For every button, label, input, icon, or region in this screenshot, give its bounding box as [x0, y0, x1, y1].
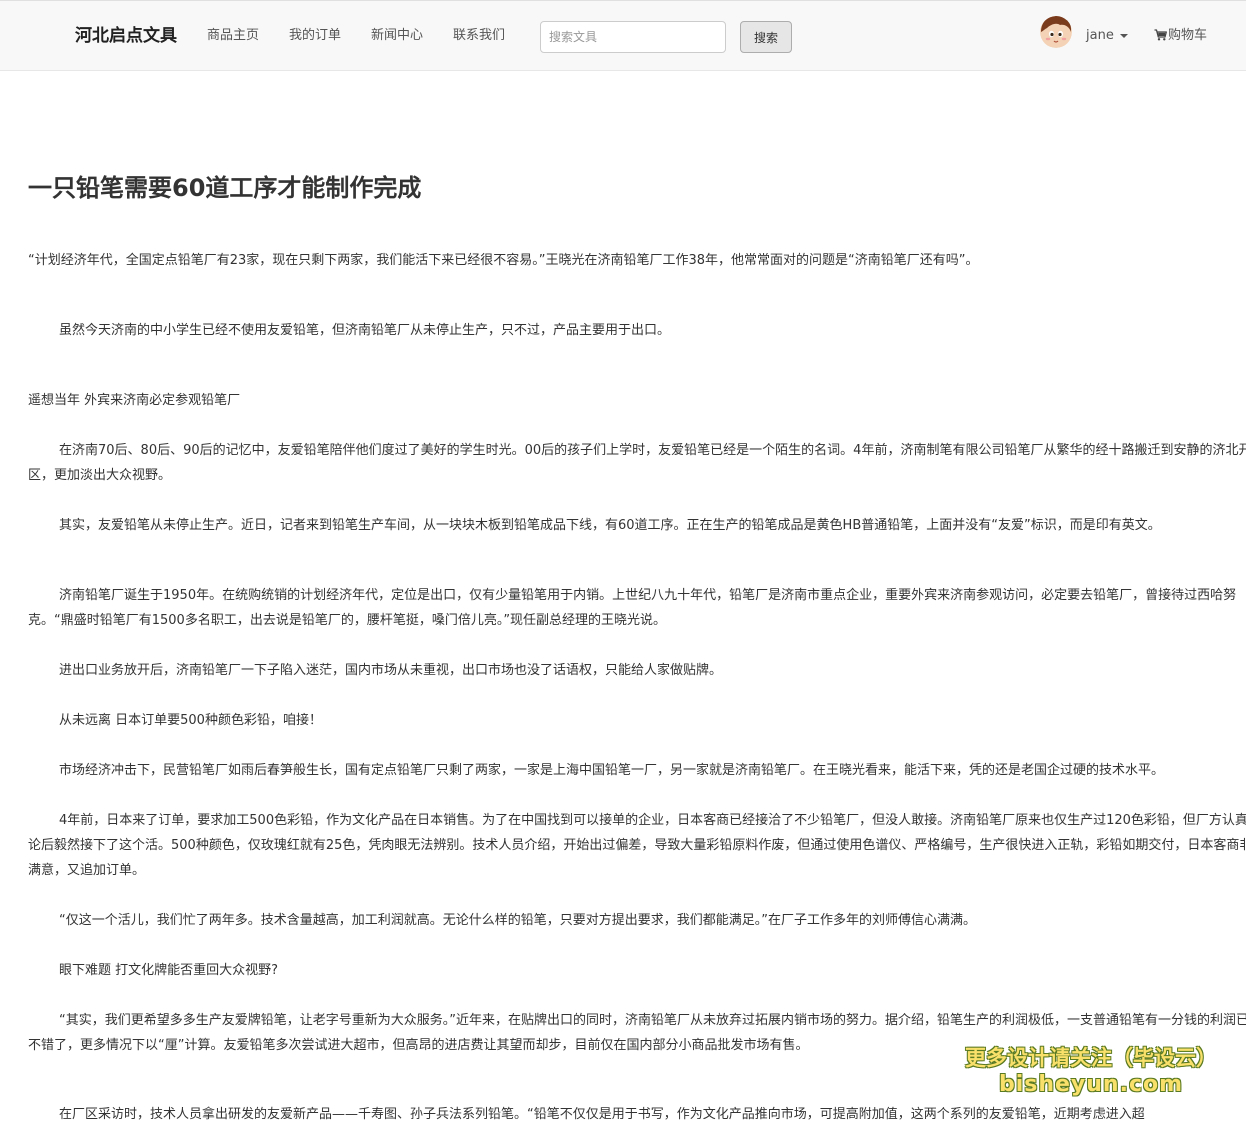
article-subheading: 眼下难题 打文化牌能否重回大众视野?	[59, 963, 279, 978]
shopping-cart-icon	[1154, 29, 1167, 41]
nav-link-news[interactable]: 新闻中心	[371, 26, 423, 46]
caret-down-icon	[1119, 33, 1128, 38]
search-button[interactable]: 搜索	[740, 21, 792, 53]
article-paragraph: 4年前，日本来了订单，要求加工500色彩铅，作为文化产品在日本销售。为了在中国找…	[28, 813, 1246, 878]
user-dropdown-toggle[interactable]: jane	[1086, 26, 1128, 46]
article-paragraph: 进出口业务放开后，济南铅笔厂一下子陷入迷茫，国内市场从未重视，出口市场也没了话语…	[59, 663, 723, 678]
article-paragraph: 其实，友爱铅笔从未停止生产。近日，记者来到铅笔生产车间，从一块块木板到铅笔成品下…	[59, 518, 1161, 533]
watermark-line-2: bisheyun.com	[998, 1072, 1184, 1097]
article-paragraph: 济南铅笔厂诞生于1950年。在统购统销的计划经济年代，定位是出口，仅有少量铅笔用…	[28, 588, 1237, 628]
search-input[interactable]	[540, 21, 726, 53]
cart-label: 购物车	[1168, 28, 1208, 43]
brand-logo-text[interactable]: 河北启点文具	[75, 24, 177, 48]
article-paragraph: 在厂区采访时，技术人员拿出研发的友爱新产品——千寿图、孙子兵法系列铅笔。“铅笔不…	[59, 1107, 1145, 1122]
article-paragraph: “其实，我们更希望多多生产友爱牌铅笔，让老字号重新为大众服务。”近年来，在贴牌出…	[28, 1013, 1246, 1053]
article-paragraph: 虽然今天济南的中小学生已经不使用友爱铅笔，但济南铅笔厂从未停止生产，只不过，产品…	[59, 323, 671, 338]
article-paragraph: 在济南70后、80后、90后的记忆中，友爱铅笔陪伴他们度过了美好的学生时光。00…	[28, 443, 1246, 483]
cart-link[interactable]: 购物车	[1154, 26, 1207, 46]
avatar-face-icon	[1040, 16, 1072, 48]
nav-link-contact[interactable]: 联系我们	[453, 26, 505, 46]
article-title: 一只铅笔需要60道工序才能制作完成	[28, 174, 422, 202]
user-avatar[interactable]	[1040, 16, 1072, 48]
article-subheading: 从未远离 日本订单要500种颜色彩铅，咱接！	[59, 713, 322, 728]
nav-link-home[interactable]: 商品主页	[207, 26, 259, 46]
nav-link-orders[interactable]: 我的订单	[289, 26, 341, 46]
article-paragraph: “仅这一个活儿，我们忙了两年多。技术含量越高，加工利润就高。无论什么样的铅笔，只…	[59, 913, 976, 928]
article-paragraph: “计划经济年代，全国定点铅笔厂有23家，现在只剩下两家，我们能活下来已经很不容易…	[28, 253, 979, 268]
top-navbar: 河北启点文具 商品主页 我的订单 新闻中心 联系我们 搜索 jane 购物车	[0, 0, 1246, 71]
article-paragraph: 市场经济冲击下，民营铅笔厂如雨后春笋般生长，国有定点铅笔厂只剩了两家，一家是上海…	[59, 763, 1165, 778]
article-subheading: 遥想当年 外宾来济南必定参观铅笔厂	[28, 393, 241, 408]
user-name-label: jane	[1086, 28, 1114, 43]
